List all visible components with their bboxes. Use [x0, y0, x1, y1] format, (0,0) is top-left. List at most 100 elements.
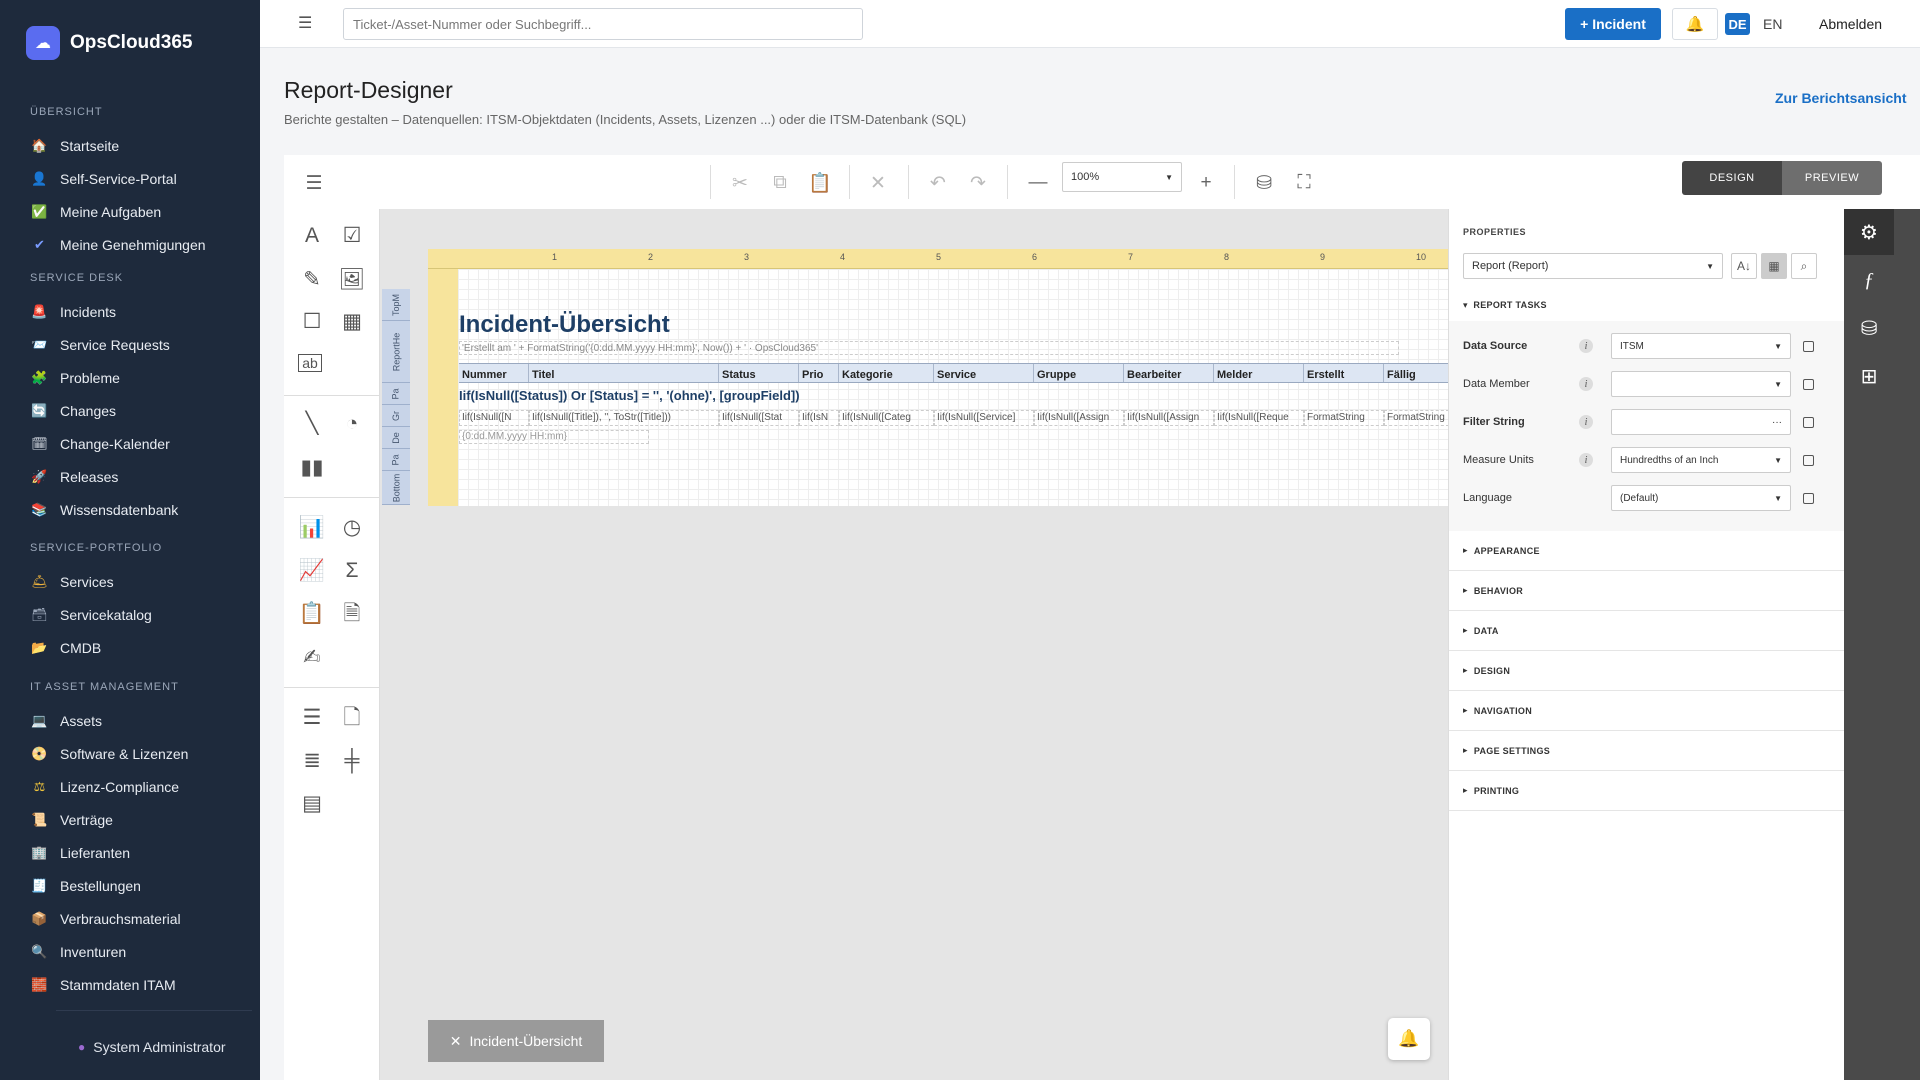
close-icon[interactable]: ✕ [450, 1033, 462, 1050]
designer-menu-icon[interactable]: ☰ [298, 167, 330, 199]
column-header-cell[interactable]: Melder [1214, 364, 1304, 382]
sort-alpha-icon[interactable]: A↓ [1731, 253, 1757, 279]
undo-icon[interactable]: ↶ [922, 167, 954, 199]
report-tab[interactable]: ✕ Incident-Übersicht [428, 1020, 604, 1062]
gear-icon[interactable]: ⚙ [1844, 209, 1894, 255]
group-header-label[interactable]: Iif(IsNull([Status]) Or [Status] = '', '… [459, 387, 800, 405]
property-section[interactable]: ▸ DESIGN [1449, 651, 1845, 691]
property-value-editor[interactable]: (Default) ▼ [1611, 485, 1791, 511]
property-checkbox[interactable] [1803, 416, 1814, 428]
report-view-link[interactable]: Zur Berichtsansicht [1775, 90, 1906, 106]
sidebar-item-changes[interactable]: 🔄 Changes [0, 394, 260, 427]
sidebar-item-verbrauchsmaterial[interactable]: 📦 Verbrauchsmaterial [0, 902, 260, 935]
detail-cell[interactable]: Iif(IsNull([Assign [1034, 410, 1124, 426]
column-header-cell[interactable]: Prio [799, 364, 839, 382]
sidebar-item-meine-aufgaben[interactable]: ✅ Meine Aufgaben [0, 195, 260, 228]
app-logo[interactable]: ☁ OpsCloud365 [26, 26, 192, 60]
preview-mode-button[interactable]: PREVIEW [1782, 161, 1882, 195]
sidebar-item-releases[interactable]: 🚀 Releases [0, 460, 260, 493]
label-tool-icon[interactable]: A [298, 221, 326, 249]
barcode-tool-icon[interactable]: ▮▮ [298, 453, 326, 481]
sidebar-item-lizenz-compliance[interactable]: ⚖ Lizenz-Compliance [0, 770, 260, 803]
detail-cell[interactable]: Iif(IsN [799, 410, 839, 426]
band-label[interactable]: Bottom [382, 471, 410, 505]
copy-icon[interactable]: ⧉ [764, 167, 796, 199]
sidebar-item-services[interactable]: 🛎 Services [0, 565, 260, 598]
detail-cell[interactable]: Iif(IsNull([Service] [934, 410, 1034, 426]
subreport-tool-icon[interactable]: 📋 [298, 599, 326, 627]
validate-bindings-icon[interactable]: ⛁ [1248, 167, 1280, 199]
gauge-tool-icon[interactable]: ◷ [338, 513, 366, 541]
band-label[interactable]: Pa [382, 383, 410, 405]
property-checkbox[interactable] [1803, 454, 1814, 466]
search-icon[interactable]: ⌕ [1791, 253, 1817, 279]
sidebar-item-assets[interactable]: 💻 Assets [0, 704, 260, 737]
band-label[interactable]: TopM [382, 289, 410, 321]
global-search-input[interactable] [343, 8, 863, 40]
language-de-button[interactable]: DE [1725, 13, 1750, 35]
column-header-cell[interactable]: Bearbeiter [1124, 364, 1214, 382]
detail-cell[interactable]: FormatString [1384, 410, 1448, 426]
sidebar-item-verträge[interactable]: 📜 Verträge [0, 803, 260, 836]
property-section[interactable]: ▸ NAVIGATION [1449, 691, 1845, 731]
delete-icon[interactable]: ✕ [862, 167, 894, 199]
band-label[interactable]: Pa [382, 449, 410, 471]
property-section[interactable]: ▸ PRINTING [1449, 771, 1845, 811]
sidebar-item-wissensdatenbank[interactable]: 📚 Wissensdatenbank [0, 493, 260, 526]
property-section[interactable]: ▸ PAGE SETTINGS [1449, 731, 1845, 771]
detail-cell[interactable]: Iif(IsNull([Categ [839, 410, 934, 426]
checkbox-tool-icon[interactable]: ☑ [338, 221, 366, 249]
fullscreen-icon[interactable]: ⛶ [1288, 167, 1320, 199]
sidebar-item-probleme[interactable]: 🧩 Probleme [0, 361, 260, 394]
info-icon[interactable]: i [1579, 339, 1593, 353]
detail-cell[interactable]: Iif(IsNull([Assign [1124, 410, 1214, 426]
column-header-cell[interactable]: Titel [529, 364, 719, 382]
database-icon[interactable]: ⛁ [1844, 305, 1894, 351]
sidebar-item-service-requests[interactable]: 📨 Service Requests [0, 328, 260, 361]
sidebar-item-startseite[interactable]: 🏠 Startseite [0, 129, 260, 162]
page-break-tool-icon[interactable]: ≣ [298, 746, 326, 774]
property-section[interactable]: ▸ BEHAVIOR [1449, 571, 1845, 611]
chart-tool-icon[interactable]: 📊 [298, 513, 326, 541]
info-icon[interactable]: i [1579, 415, 1593, 429]
character-comb-tool-icon[interactable]: ab [298, 354, 322, 372]
column-header-cell[interactable]: Service [934, 364, 1034, 382]
cross-band-box-tool-icon[interactable]: ▤ [298, 789, 326, 817]
report-tasks-section[interactable]: ▾ REPORT TASKS [1449, 285, 1845, 325]
zoom-select[interactable]: 100% ▼ [1062, 162, 1182, 192]
column-header-cell[interactable]: Nummer [459, 364, 529, 382]
table-tool-icon[interactable]: ▦ [338, 307, 366, 335]
band-label[interactable]: Gr [382, 405, 410, 427]
detail-cell[interactable]: Iif(IsNull([N [459, 410, 529, 426]
signature-tool-icon[interactable]: ✍ [298, 643, 326, 671]
column-header-cell[interactable]: Status [719, 364, 799, 382]
report-page[interactable]: 1 2 3 4 5 6 7 8 9 10 Incident-Übersicht 'Erstellt… [428, 249, 1448, 506]
current-user[interactable]: ● System Administrator [56, 1010, 252, 1055]
sidebar-item-software-lizenzen[interactable]: 📀 Software & Lizenzen [0, 737, 260, 770]
report-explorer-icon[interactable]: ⊞ [1844, 353, 1894, 399]
sidebar-item-meine-genehmigungen[interactable]: ✔ Meine Genehmigungen [0, 228, 260, 261]
detail-cell[interactable]: FormatString [1304, 410, 1384, 426]
sidebar-item-inventuren[interactable]: 🔍 Inventuren [0, 935, 260, 968]
info-icon[interactable]: i [1579, 377, 1593, 391]
sidebar-item-bestellungen[interactable]: 🧾 Bestellungen [0, 869, 260, 902]
sidebar-item-incidents[interactable]: 🚨 Incidents [0, 295, 260, 328]
notifications-button[interactable]: 🔔 [1672, 8, 1718, 40]
sidebar-item-servicekatalog[interactable]: 🗃 Servicekatalog [0, 598, 260, 631]
property-checkbox[interactable] [1803, 378, 1814, 390]
sidebar-item-self-service-portal[interactable]: 👤 Self-Service-Portal [0, 162, 260, 195]
band-label[interactable]: ReportHe [382, 321, 410, 383]
property-value-editor[interactable]: ▼ [1611, 371, 1791, 397]
paste-icon[interactable]: 📋 [804, 167, 836, 199]
property-checkbox[interactable] [1803, 492, 1814, 504]
line-tool-icon[interactable]: ╲ [298, 409, 326, 437]
shape-tool-icon[interactable]: ◔ [338, 409, 366, 437]
zoom-in-icon[interactable]: + [1190, 167, 1222, 199]
language-en-button[interactable]: EN [1763, 13, 1782, 35]
property-value-editor[interactable]: ITSM ▼ [1611, 333, 1791, 359]
panel-tool-icon[interactable]: ☐ [298, 307, 326, 335]
pdf-content-tool-icon[interactable]: 🗎 [338, 599, 366, 627]
sidebar-item-lieferanten[interactable]: 🏢 Lieferanten [0, 836, 260, 869]
new-incident-button[interactable]: + Incident [1565, 8, 1661, 40]
zoom-out-icon[interactable]: — [1022, 167, 1054, 199]
